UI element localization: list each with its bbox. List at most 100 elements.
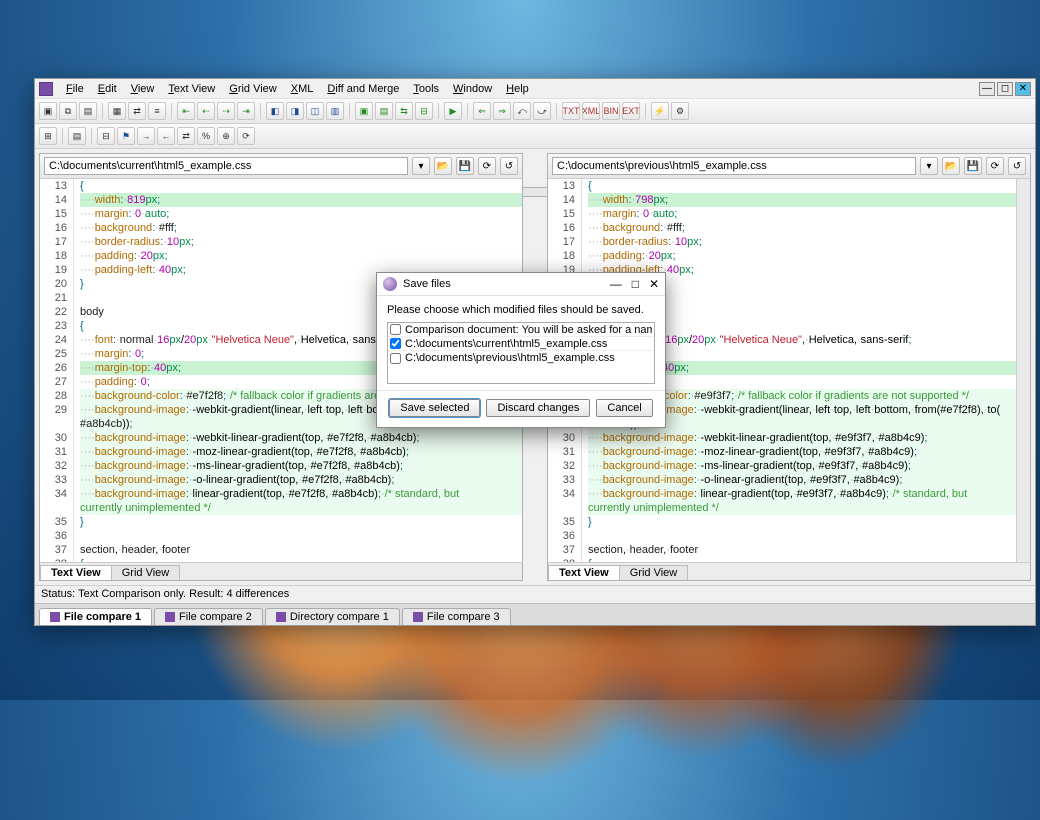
new-icon[interactable]: ▣ [39,102,57,120]
copy-left-icon[interactable]: ◧ [266,102,284,120]
code-line[interactable]: ····border-radius:·10px; [80,235,522,249]
code-line[interactable]: ····border-radius:·10px; [588,235,1016,249]
menu-diff-and-merge[interactable]: Diff and Merge [320,81,406,97]
file-checkbox[interactable] [390,353,401,364]
doc-tab[interactable]: File compare 3 [402,608,511,625]
doc-tab[interactable]: Directory compare 1 [265,608,400,625]
left-path-input[interactable] [44,157,408,175]
right-path-input[interactable] [552,157,916,175]
txt-mode-icon[interactable]: TXT [562,102,580,120]
first-diff-icon[interactable]: ⇤ [177,102,195,120]
menu-edit[interactable]: Edit [91,81,124,97]
code-line[interactable]: section,·header,·footer [588,543,1016,557]
swap-lines-icon[interactable]: ⇄ [177,127,195,145]
code-line[interactable]: } [80,515,522,529]
quick-compare-icon[interactable]: ⚡ [651,102,669,120]
code-line[interactable]: ····background-image:·linear-gradient(to… [80,487,522,515]
open-folder-icon[interactable]: 📂 [434,157,452,175]
collapse-all-icon[interactable]: ⊟ [97,127,115,145]
copy-to-right-icon[interactable]: ⇒ [493,102,511,120]
code-line[interactable]: ····background-image:·-ms-linear-gradien… [80,459,522,473]
prev-diff-icon[interactable]: ⇠ [197,102,215,120]
tab-grid-view[interactable]: Grid View [111,565,180,580]
code-line[interactable]: { [80,179,522,193]
ext-mode-icon[interactable]: EXT [622,102,640,120]
code-line[interactable]: ····margin:·0·auto; [588,207,1016,221]
xml-mode-icon[interactable]: XML [582,102,600,120]
menu-window[interactable]: Window [446,81,499,97]
menu-view[interactable]: View [124,81,162,97]
close-button[interactable]: ✕ [1015,82,1031,96]
run-compare-icon[interactable]: ▶ [444,102,462,120]
menu-xml[interactable]: XML [284,81,321,97]
sync-scroll-icon[interactable]: ⇆ [395,102,413,120]
save-icon[interactable]: 💾 [964,157,982,175]
scrollbar-vertical[interactable] [1016,179,1030,562]
dialog-maximize-button[interactable]: □ [632,277,639,291]
copy-right-icon[interactable]: ◨ [286,102,304,120]
minimize-button[interactable]: — [979,82,995,96]
doc-tab[interactable]: File compare 2 [154,608,263,625]
code-line[interactable]: ····background:·#fff; [80,221,522,235]
dialog-minimize-button[interactable]: — [610,277,622,291]
menu-text-view[interactable]: Text View [161,81,222,97]
dropdown-icon[interactable]: ▾ [920,157,938,175]
view-icon[interactable]: ▤ [68,127,86,145]
code-line[interactable]: ····background-image:·-moz-linear-gradie… [80,445,522,459]
code-line[interactable]: ····background-image:·-ms-linear-gradien… [588,459,1016,473]
code-line[interactable]: section,·header,·footer [80,543,522,557]
code-line[interactable] [80,529,522,543]
menu-help[interactable]: Help [499,81,536,97]
discard-changes-button[interactable]: Discard changes [486,399,590,417]
code-line[interactable]: ····background:·#fff; [588,221,1016,235]
merge-icon[interactable]: ◫ [306,102,324,120]
zoom-in-icon[interactable]: ⊕ [217,127,235,145]
expand-all-icon[interactable]: ⊞ [39,127,57,145]
menu-grid-view[interactable]: Grid View [222,81,284,97]
three-way-icon[interactable]: ▥ [326,102,344,120]
undo-merge-icon[interactable]: ⤺ [513,102,531,120]
tab-text-view[interactable]: Text View [40,565,112,580]
dialog-file-row[interactable]: C:\documents\previous\html5_example.css [388,351,654,365]
dialog-file-row[interactable]: Comparison document: You will be asked f… [388,323,654,337]
open-folder-icon[interactable]: 📂 [942,157,960,175]
open-icon[interactable]: ▤ [79,102,97,120]
code-line[interactable]: ····background-image:·-o-linear-gradient… [80,473,522,487]
code-line[interactable]: ····background-image:·-webkit-linear-gra… [80,431,522,445]
mark-icon[interactable]: ▣ [355,102,373,120]
dialog-file-row[interactable]: C:\documents\current\html5_example.css [388,337,654,351]
tab-grid-view[interactable]: Grid View [619,565,688,580]
code-line[interactable]: } [588,515,1016,529]
file-checkbox[interactable] [390,324,401,335]
last-diff-icon[interactable]: ⇥ [237,102,255,120]
bookmark-icon[interactable]: ⚑ [117,127,135,145]
code-line[interactable]: { [80,557,522,562]
refresh-icon[interactable]: ⟳ [986,157,1004,175]
code-line[interactable]: ····background-image:·-moz-linear-gradie… [588,445,1016,459]
dropdown-icon[interactable]: ▾ [412,157,430,175]
new-compare-icon[interactable]: ⧉ [59,102,77,120]
code-line[interactable]: ····background-image:·linear-gradient(to… [588,487,1016,515]
bin-mode-icon[interactable]: BIN [602,102,620,120]
refresh-icon[interactable]: ⟳ [478,157,496,175]
code-line[interactable]: { [588,557,1016,562]
code-line[interactable]: ····background-image:·-webkit-linear-gra… [588,431,1016,445]
save-icon[interactable]: 💾 [456,157,474,175]
copy-to-left-icon[interactable]: ⇐ [473,102,491,120]
menu-tools[interactable]: Tools [406,81,446,97]
align-icon[interactable]: ≡ [148,102,166,120]
redo-merge-icon[interactable]: ⤻ [533,102,551,120]
menu-file[interactable]: File [59,81,91,97]
maximize-button[interactable]: ◻ [997,82,1013,96]
dialog-close-button[interactable]: ✕ [649,277,659,291]
outdent-icon[interactable]: ← [157,127,175,145]
file-checkbox[interactable] [390,338,401,349]
indent-icon[interactable]: → [137,127,155,145]
swap-icon[interactable]: ⇄ [128,102,146,120]
options-icon[interactable]: ⚙ [671,102,689,120]
reload-icon[interactable]: ↺ [1008,157,1026,175]
code-line[interactable] [588,529,1016,543]
tab-text-view[interactable]: Text View [548,565,620,580]
cancel-button[interactable]: Cancel [596,399,652,417]
code-line[interactable]: ····padding:·20px; [80,249,522,263]
